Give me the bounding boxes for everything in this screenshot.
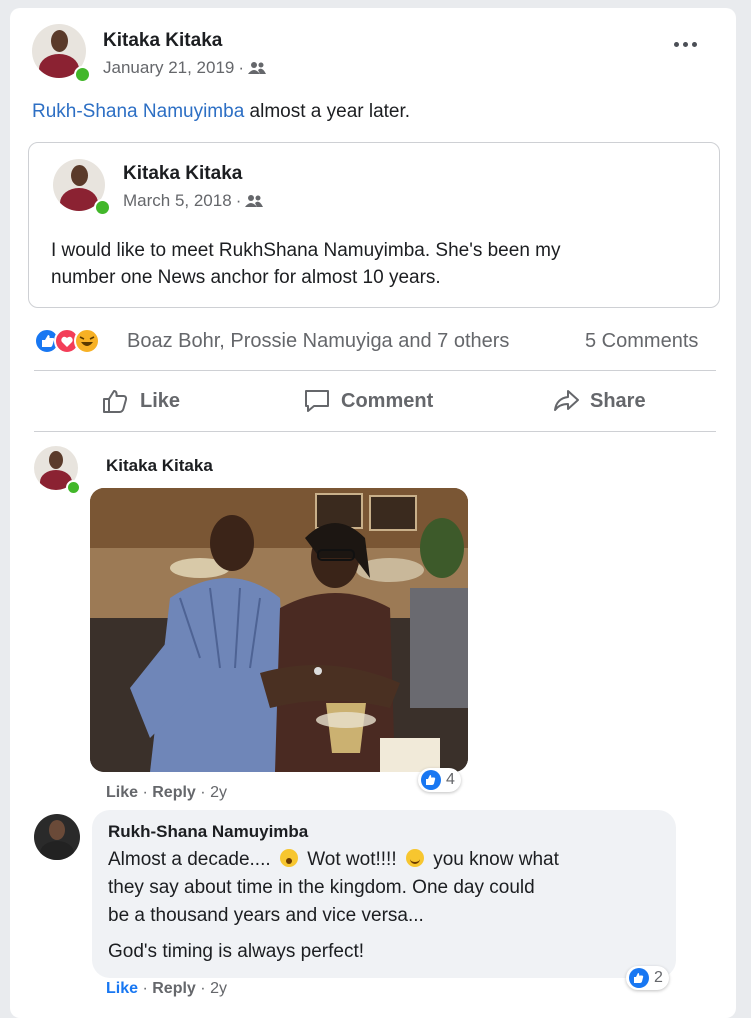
- like-button[interactable]: Like: [102, 388, 180, 414]
- comment-reply-link[interactable]: Reply: [152, 784, 196, 801]
- comment-bubble: Rukh-Shana Namuyimba Almost a decade....…: [92, 810, 676, 978]
- online-status-icon: [74, 66, 91, 83]
- more-options-icon[interactable]: [674, 42, 697, 47]
- comment-age[interactable]: 2y: [210, 980, 227, 997]
- comment-author-name[interactable]: Rukh-Shana Namuyimba: [108, 822, 308, 842]
- comment-label: Comment: [341, 389, 434, 412]
- reaction-summary[interactable]: Boaz Bohr, Prossie Namuyiga and 7 others: [127, 330, 509, 353]
- post-text: Rukh-Shana Namuyimba almost a year later…: [32, 98, 410, 125]
- shared-text-line2: number one News anchor for almost 10 yea…: [51, 267, 441, 288]
- shared-author-name[interactable]: Kitaka Kitaka: [123, 163, 242, 185]
- reaction-icons[interactable]: [34, 328, 100, 354]
- post-date-text[interactable]: January 21, 2019: [103, 58, 234, 78]
- comment-reaction-badge[interactable]: 4: [418, 768, 461, 792]
- smile-emoji-icon: [405, 849, 424, 867]
- comment-photo[interactable]: [90, 488, 468, 772]
- reaction-count: 2: [654, 969, 663, 986]
- thumbs-up-icon: [103, 390, 128, 413]
- post-date[interactable]: January 21, 2019 ·: [103, 58, 267, 78]
- comment-button[interactable]: Comment: [303, 388, 433, 414]
- online-status-icon: [66, 480, 81, 495]
- reaction-count: 4: [446, 771, 455, 788]
- comment-line2: they say about time in the kingdom. One …: [108, 877, 535, 898]
- comment-like-link[interactable]: Like: [106, 784, 138, 801]
- comment-author-name[interactable]: Kitaka Kitaka: [106, 456, 213, 476]
- comment-like-link[interactable]: Like: [106, 980, 138, 997]
- photo-scene: [90, 488, 468, 772]
- friends-icon: [248, 62, 267, 74]
- friends-icon: [245, 195, 264, 207]
- post-text-rest: almost a year later.: [244, 101, 411, 122]
- comment-line4: God's timing is always perfect!: [108, 941, 364, 962]
- surprised-emoji-icon: [279, 849, 298, 867]
- shared-text-line1: I would like to meet RukhShana Namuyimba…: [51, 240, 561, 261]
- post-author-name[interactable]: Kitaka Kitaka: [103, 30, 222, 52]
- like-label: Like: [140, 389, 181, 412]
- comment-reaction-badge[interactable]: 2: [626, 966, 669, 990]
- comment-line3: be a thousand years and vice versa...: [108, 905, 424, 926]
- comment-count[interactable]: 5 Comments: [585, 330, 698, 353]
- comment-actions: Like · Reply · 2y: [106, 980, 227, 997]
- comment-line1: Almost a decade.... Wot wot!!!! you know…: [108, 849, 559, 870]
- divider: [34, 370, 716, 371]
- shared-date-text[interactable]: March 5, 2018: [123, 191, 232, 211]
- comment-icon: [305, 390, 329, 412]
- share-icon: [554, 390, 579, 411]
- comment-age[interactable]: 2y: [210, 784, 227, 801]
- shared-date[interactable]: March 5, 2018 ·: [123, 191, 264, 211]
- divider: [34, 431, 716, 432]
- commenter-avatar[interactable]: [34, 814, 80, 860]
- comment-reply-link[interactable]: Reply: [152, 980, 196, 997]
- share-button[interactable]: Share: [552, 388, 646, 414]
- comment-actions: Like · Reply · 2y: [106, 784, 227, 801]
- post-card: Kitaka Kitaka January 21, 2019 · Rukh-Sh…: [10, 8, 736, 1018]
- like-reaction-icon: [421, 770, 441, 790]
- like-reaction-icon: [629, 968, 649, 988]
- share-label: Share: [590, 389, 646, 412]
- shared-post[interactable]: Kitaka Kitaka March 5, 2018 · I would li…: [28, 142, 720, 308]
- mention-link[interactable]: Rukh-Shana Namuyimba: [32, 101, 244, 122]
- haha-reaction-icon: [74, 328, 100, 354]
- online-status-icon: [94, 199, 111, 216]
